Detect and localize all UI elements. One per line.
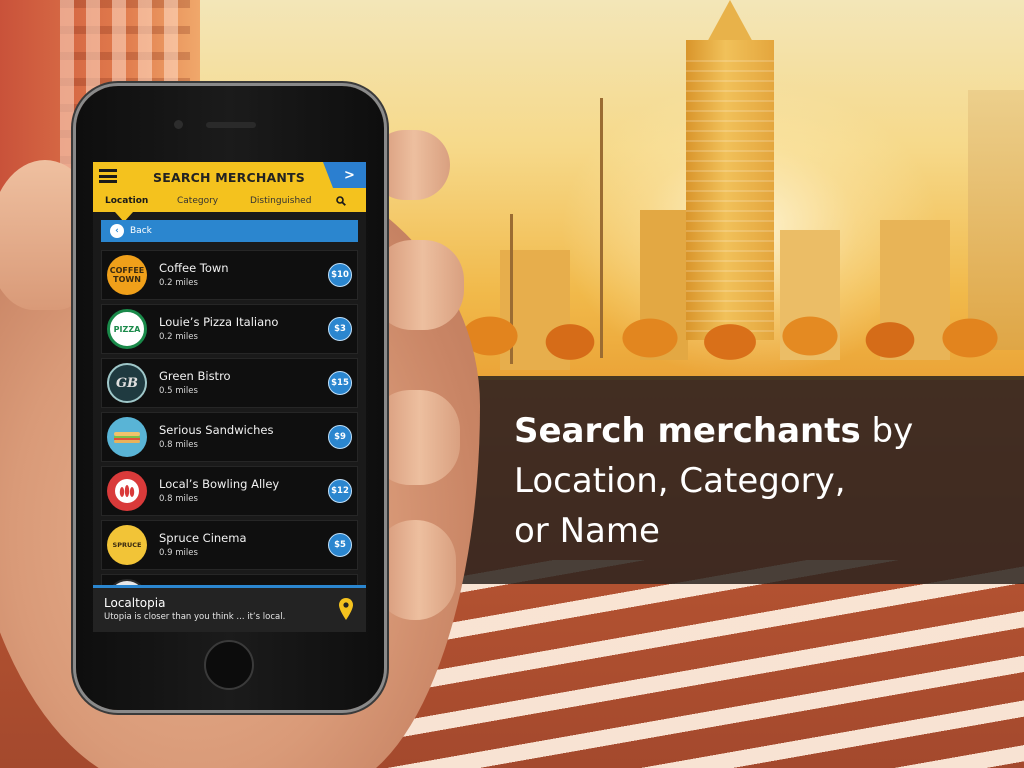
- merchant-list: COFFEE TOWN Coffee Town 0.2 miles $10 PI…: [101, 250, 358, 619]
- app-header: SEARCH MERCHANTS > Location Category Dis…: [93, 162, 366, 212]
- app-screen: SEARCH MERCHANTS > Location Category Dis…: [93, 162, 366, 632]
- merchant-distance: 0.2 miles: [159, 278, 198, 288]
- merchant-row[interactable]: PIZZA Louie’s Pizza Italiano 0.2 miles $…: [101, 304, 358, 354]
- merchant-distance: 0.8 miles: [159, 494, 198, 504]
- tab-distinguished[interactable]: Distinguished: [250, 196, 311, 206]
- phone-camera: [174, 120, 183, 129]
- merchant-name: Spruce Cinema: [159, 531, 247, 545]
- sandwich-icon: [114, 432, 140, 443]
- back-arrow-icon: ‹: [110, 224, 124, 238]
- merchant-name: Local’s Bowling Alley: [159, 477, 280, 491]
- merchant-name: Coffee Town: [159, 261, 229, 275]
- caption-line-1: Search merchants by: [514, 406, 994, 456]
- page-title: SEARCH MERCHANTS: [153, 170, 305, 185]
- merchant-name: Serious Sandwiches: [159, 423, 274, 437]
- phone-speaker: [206, 122, 256, 128]
- price-badge[interactable]: $9: [328, 425, 352, 449]
- footer-app-name: Localtopia: [104, 596, 166, 610]
- tower-spire: [706, 0, 754, 44]
- search-tabs: Location Category Distinguished: [93, 192, 366, 212]
- logo-text: COFFEE TOWN: [109, 266, 145, 284]
- price-badge[interactable]: $5: [328, 533, 352, 557]
- caption-line-2: Location, Category,: [514, 461, 846, 501]
- price-badge[interactable]: $15: [328, 371, 352, 395]
- next-button-notch: [323, 162, 333, 188]
- phone-home-button[interactable]: [204, 640, 254, 690]
- price-badge[interactable]: $3: [328, 317, 352, 341]
- merchant-row[interactable]: GB Green Bistro 0.5 miles $15: [101, 358, 358, 408]
- sandwich-logo: [107, 417, 147, 457]
- caption-line-1-rest: by: [860, 411, 914, 451]
- bowling-logo: [107, 471, 147, 511]
- logo-text: PIZZA: [113, 324, 141, 334]
- search-icon[interactable]: [336, 196, 346, 206]
- merchant-row[interactable]: Local’s Bowling Alley 0.8 miles $12: [101, 466, 358, 516]
- caption-line-3: or Name: [514, 511, 660, 551]
- tab-location[interactable]: Location: [105, 196, 148, 206]
- finger: [372, 240, 464, 330]
- merchant-row[interactable]: SPRUCE Spruce Cinema 0.9 miles $5: [101, 520, 358, 570]
- bowling-pins-icon: [115, 479, 139, 503]
- logo-text: GB: [115, 375, 139, 391]
- merchant-row[interactable]: Serious Sandwiches 0.8 miles $9: [101, 412, 358, 462]
- merchant-name: Green Bistro: [159, 369, 231, 383]
- tab-category[interactable]: Category: [177, 196, 218, 206]
- cinema-logo: SPRUCE: [107, 525, 147, 565]
- merchant-distance: 0.2 miles: [159, 332, 198, 342]
- back-button[interactable]: ‹ Back: [101, 220, 358, 242]
- footer-tagline: Utopia is closer than you think ... it’s…: [104, 612, 286, 622]
- green-bistro-logo: GB: [107, 363, 147, 403]
- next-button[interactable]: >: [333, 162, 366, 188]
- finger: [374, 520, 456, 620]
- merchant-row[interactable]: COFFEE TOWN Coffee Town 0.2 miles $10: [101, 250, 358, 300]
- merchant-distance: 0.8 miles: [159, 440, 198, 450]
- logo-text: SPRUCE: [112, 540, 142, 549]
- merchant-name: Louie’s Pizza Italiano: [159, 315, 279, 329]
- caption-strong: Search merchants: [514, 411, 861, 451]
- app-footer: Localtopia Utopia is closer than you thi…: [93, 585, 366, 632]
- location-pin-icon[interactable]: [339, 598, 353, 622]
- price-badge[interactable]: $10: [328, 263, 352, 287]
- caption-text: Search merchants by Location, Category, …: [514, 406, 994, 556]
- menu-icon[interactable]: [99, 169, 117, 183]
- price-badge[interactable]: $12: [328, 479, 352, 503]
- coffee-town-logo: COFFEE TOWN: [107, 255, 147, 295]
- merchant-distance: 0.5 miles: [159, 386, 198, 396]
- back-label: Back: [130, 226, 152, 236]
- pizza-logo: PIZZA: [107, 309, 147, 349]
- merchant-distance: 0.9 miles: [159, 548, 198, 558]
